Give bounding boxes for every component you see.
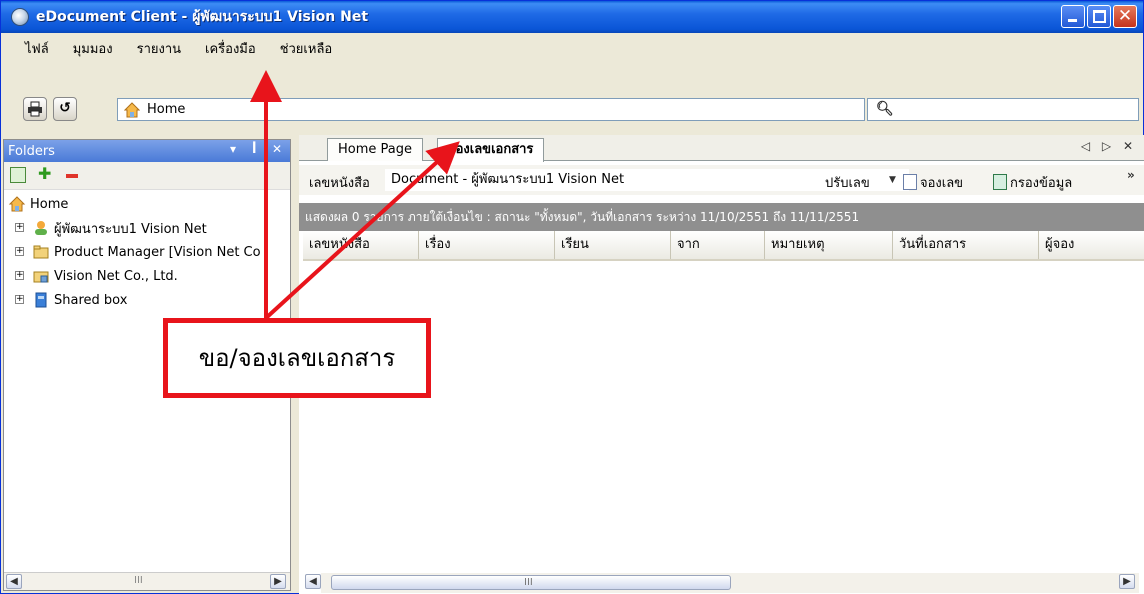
maximize-icon: [1093, 10, 1106, 23]
menu-view[interactable]: มุมมอง: [73, 38, 113, 59]
folder-icon: [33, 245, 49, 259]
search-icon: 🔍︎: [876, 101, 894, 117]
folders-hscrollbar[interactable]: ◀ III ▶: [4, 572, 290, 590]
pin-icon[interactable]: ꟾ: [252, 142, 256, 156]
tree-item-label: Home: [30, 196, 69, 212]
scroll-grip-icon: III: [134, 575, 143, 586]
reserve-number-label: จองเลข: [920, 176, 964, 191]
document-number-label: เลขหนังสือ: [309, 176, 370, 191]
column-header-subject[interactable]: เรื่อง: [419, 231, 555, 259]
tree-item-vision-net[interactable]: + Vision Net Co., Ltd.: [4, 264, 290, 288]
print-icon: [28, 101, 42, 117]
expand-icon[interactable]: +: [15, 247, 24, 256]
expand-icon[interactable]: +: [15, 271, 24, 280]
tab-reserve-document-number[interactable]: จองเลขเอกสาร: [437, 138, 545, 162]
scroll-thumb[interactable]: III: [331, 575, 731, 590]
close-button[interactable]: ✕: [1113, 5, 1137, 28]
title-bar[interactable]: eDocument Client - ผู้พัฒนาระบบ1 Vision …: [1, 1, 1143, 33]
home-icon: [8, 196, 26, 212]
app-window: eDocument Client - ผู้พัฒนาระบบ1 Vision …: [0, 0, 1144, 594]
window-controls: ✕: [1061, 5, 1137, 28]
home-icon: [124, 101, 140, 117]
folders-header: Folders ▾ ꟾ ✕: [4, 140, 290, 162]
main-toolbar: ↺ Home 🔍︎: [1, 91, 1143, 129]
tree-item-label: Product Manager [Vision Net Co: [54, 244, 261, 260]
shared-box-icon: [35, 292, 47, 308]
table-header: เลขหนังสือ เรื่อง เรียน จาก หมายเหตุ วัน…: [303, 231, 1144, 261]
minimize-button[interactable]: [1061, 5, 1085, 28]
tree-item-home[interactable]: Home: [4, 192, 290, 216]
sync-icon[interactable]: [10, 167, 26, 183]
folders-title: Folders: [8, 143, 55, 159]
address-text: Home: [147, 102, 186, 117]
column-header-remark[interactable]: หมายเหตุ: [765, 231, 893, 259]
minimize-icon: [1068, 19, 1077, 22]
print-button[interactable]: [23, 97, 47, 121]
address-bar[interactable]: Home: [117, 98, 865, 121]
close-icon: ✕: [1117, 6, 1133, 26]
tab-navigation[interactable]: ◁ ▷ ✕: [1081, 139, 1137, 153]
adjust-number-button[interactable]: ปรับเลข: [825, 172, 870, 193]
close-pane-icon[interactable]: ✕: [272, 142, 282, 156]
search-input[interactable]: 🔍︎: [867, 98, 1139, 121]
dropdown-icon[interactable]: ▾: [230, 142, 236, 156]
table-body: [303, 261, 1144, 567]
column-header-reserved-by[interactable]: ผู้จอง: [1039, 231, 1144, 259]
menu-report[interactable]: รายงาน: [137, 38, 181, 59]
user-icon: [35, 221, 47, 235]
add-icon[interactable]: ✚: [38, 166, 54, 183]
expand-icon[interactable]: +: [15, 295, 24, 304]
filter-data-label: กรองข้อมูล: [1010, 176, 1073, 191]
toolbar-overflow-icon[interactable]: »: [1127, 168, 1135, 182]
scroll-right-icon[interactable]: ▶: [1119, 574, 1135, 589]
menu-file[interactable]: ไฟล์: [25, 38, 49, 59]
remove-icon[interactable]: [66, 174, 78, 178]
folder-tree: Home + ผู้พัฒนาระบบ1 Vision Net + Produc…: [4, 192, 290, 312]
filter-status-text: แสดงผล 0 รายการ ภายใต้เงื่อนไข : สถานะ "…: [299, 203, 1144, 231]
tree-item-label: Vision Net Co., Ltd.: [54, 268, 178, 284]
tree-item-product-manager[interactable]: + Product Manager [Vision Net Co: [4, 240, 290, 264]
scroll-left-icon[interactable]: ◀: [305, 574, 321, 589]
menu-help[interactable]: ช่วยเหลือ: [280, 38, 333, 59]
folder-network-icon: [33, 271, 49, 283]
column-header-doc-number[interactable]: เลขหนังสือ: [303, 231, 419, 259]
tree-item-shared-box[interactable]: + Shared box: [4, 288, 290, 312]
reserve-number-button[interactable]: จองเลข: [903, 172, 963, 193]
expand-icon[interactable]: +: [15, 223, 24, 232]
column-header-document-date[interactable]: วันที่เอกสาร: [893, 231, 1039, 259]
window-title: eDocument Client - ผู้พัฒนาระบบ1 Vision …: [36, 9, 369, 25]
annotation-callout: ขอ/จองเลขเอกสาร: [163, 318, 431, 398]
app-logo-icon: [11, 8, 29, 26]
scroll-right-icon[interactable]: ▶: [270, 574, 286, 589]
content-hscrollbar[interactable]: ◀ III ▶: [305, 573, 1139, 593]
menu-bar: ไฟล์ มุมมอง รายงาน เครื่องมือ ช่วยเหลือ: [1, 33, 1143, 85]
tree-item-user[interactable]: + ผู้พัฒนาระบบ1 Vision Net: [4, 216, 290, 240]
filter-icon: [993, 174, 1007, 190]
tree-item-label: ผู้พัฒนาระบบ1 Vision Net: [54, 221, 207, 237]
document-toolbar: เลขหนังสือ Document - ผู้พัฒนาระบบ1 Visi…: [299, 165, 1144, 195]
scroll-grip-icon: III: [524, 577, 533, 588]
chevron-down-icon: ▼: [889, 175, 896, 185]
refresh-icon: ↺: [59, 100, 71, 116]
refresh-button[interactable]: ↺: [53, 97, 77, 121]
menu-tools[interactable]: เครื่องมือ: [205, 38, 256, 59]
scroll-left-icon[interactable]: ◀: [6, 574, 22, 589]
tab-home-page[interactable]: Home Page: [327, 138, 423, 161]
document-type-value: Document - ผู้พัฒนาระบบ1 Vision Net: [391, 172, 625, 187]
column-header-from[interactable]: จาก: [671, 231, 765, 259]
folder-toolbar: ✚: [4, 162, 290, 190]
maximize-button[interactable]: [1087, 5, 1111, 28]
annotation-text: ขอ/จองเลขเอกสาร: [198, 344, 396, 372]
new-document-icon: [903, 174, 917, 190]
column-header-to[interactable]: เรียน: [555, 231, 671, 259]
filter-data-button[interactable]: กรองข้อมูล: [993, 172, 1072, 193]
tab-strip: Home Page จองเลขเอกสาร ◁ ▷ ✕: [299, 135, 1144, 162]
tree-item-label: Shared box: [54, 292, 128, 308]
